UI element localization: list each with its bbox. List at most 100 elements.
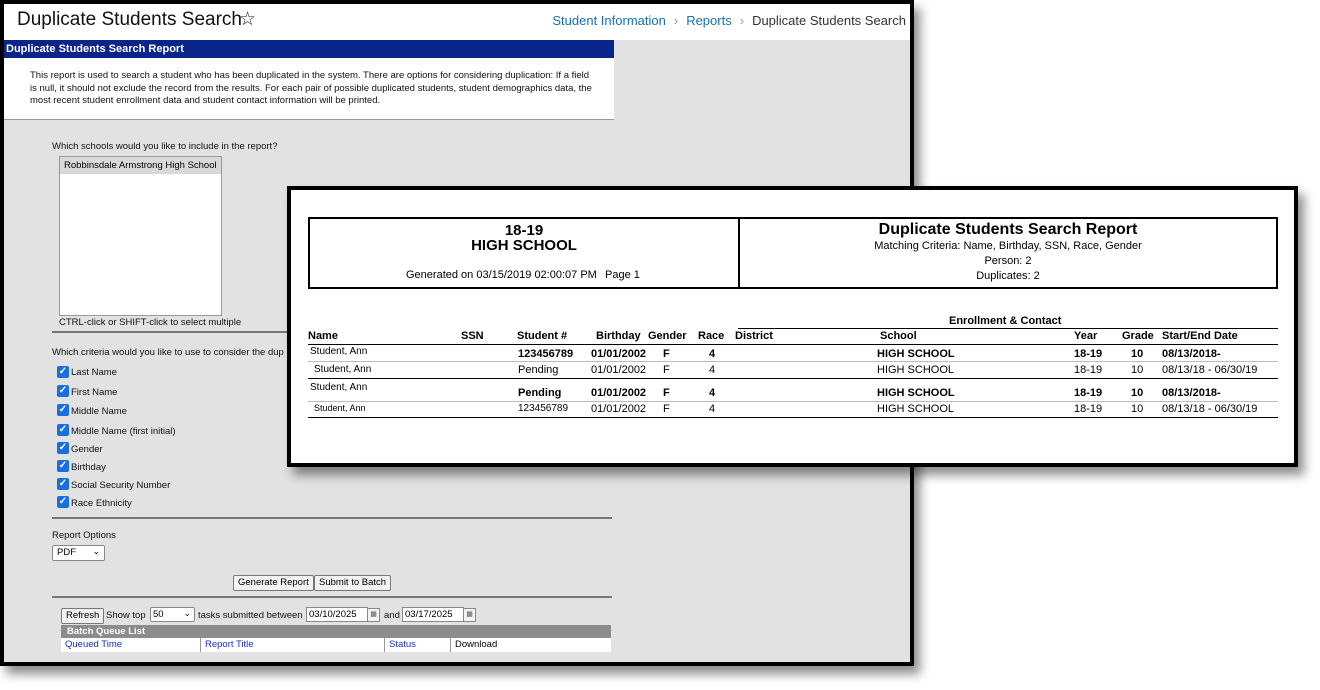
school-option[interactable]: Robbinsdale Armstrong High School [60,157,221,174]
calendar-icon[interactable]: ▦ [367,608,380,622]
divider [308,401,1278,402]
calendar-icon[interactable]: ▦ [463,608,476,622]
cell-race: 4 [709,364,716,376]
batch-queue-header: Batch Queue List [61,625,611,638]
divider [738,328,1278,329]
chevron-down-icon: ⌄ [92,546,100,556]
checkbox-gender[interactable]: ✓ [57,442,69,454]
school-list[interactable]: Robbinsdale Armstrong High School [59,156,222,316]
chevron-right-icon: › [673,13,679,28]
checkbox-race-ethnicity[interactable]: ✓ [57,496,69,508]
format-select[interactable]: PDF ⌄ [52,545,105,561]
criteria-label: Race Ethnicity [71,498,132,509]
batch-queue-columns: Queued Time Report Title Status Download [61,638,611,652]
cell-grade: 10 [1131,403,1144,415]
criteria-label: Social Security Number [71,480,171,491]
col-grade: Grade [1122,330,1154,342]
multi-select-hint: CTRL-click or SHIFT-click to select mult… [59,317,242,328]
cell-name: Student, Ann [310,346,368,357]
cell-birthday: 01/01/2002 [591,348,647,360]
cell-gender: F [663,364,670,376]
cell-grade: 10 [1131,348,1144,360]
report-school: HIGH SCHOOL [471,237,577,254]
cell-birthday: 01/01/2002 [591,387,647,399]
report-preview: 18-19 HIGH SCHOOL Generated on 03/15/201… [287,186,1298,467]
col-ssn: SSN [461,330,484,342]
col-year: Year [1074,330,1098,342]
show-top-select[interactable]: 50 ⌄ [150,607,195,622]
breadcrumb-reports[interactable]: Reports [686,13,732,28]
col-queued-time[interactable]: Queued Time [61,638,201,652]
schools-question: Which schools would you like to include … [52,141,278,152]
divider [308,378,1278,379]
cell-year: 18-19 [1074,348,1103,360]
criteria-question: Which criteria would you like to use to … [52,347,284,358]
duplicates-count: Duplicates: 2 [976,270,1040,282]
tasks-between-label: tasks submitted between [198,610,303,621]
cell-dates: 08/13/2018- [1162,348,1221,360]
checkbox-middle-initial[interactable]: ✓ [57,424,69,436]
cell-school: HIGH SCHOOL [877,364,955,376]
person-count: Person: 2 [984,255,1032,267]
and-label: and [384,610,400,621]
divider [52,517,612,519]
cell-student-num: 123456789 [518,348,574,360]
cell-race: 4 [709,387,716,399]
checkbox-last-name[interactable]: ✓ [57,366,69,378]
enrollment-header: Enrollment & Contact [949,315,1062,327]
checkbox-middle-name[interactable]: ✓ [57,404,69,416]
report-title: Duplicate Students Search Report [878,221,1138,238]
star-icon[interactable]: ☆ [239,8,256,31]
chevron-down-icon: ⌄ [183,608,191,618]
criteria-label: Gender [71,444,103,455]
chevron-right-icon: › [739,13,745,28]
cell-school: HIGH SCHOOL [877,348,955,360]
cell-school: HIGH SCHOOL [877,403,955,415]
end-date-input[interactable]: 03/17/2025 [402,607,464,622]
col-gender: Gender [648,330,687,342]
divider [308,361,1278,362]
cell-student-num: Pending [518,387,562,399]
cell-name: Student, Ann [314,364,372,375]
submit-to-batch-button[interactable]: Submit to Batch [314,575,392,591]
cell-name: Student, Ann [310,382,368,393]
cell-grade: 10 [1131,387,1144,399]
format-value: PDF [57,547,76,558]
col-district: District [735,330,773,342]
col-dates: Start/End Date [1162,330,1238,342]
header-bar: Duplicate Students Search ☆ Student Info… [4,4,910,40]
breadcrumb-current: Duplicate Students Search [752,13,906,28]
cell-gender: F [663,403,670,415]
show-top-value: 50 [153,609,164,620]
cell-school: HIGH SCHOOL [877,387,955,399]
cell-year: 18-19 [1074,364,1103,376]
col-name: Name [308,330,338,342]
cell-dates: 08/13/18 - 06/30/19 [1162,403,1258,415]
col-race: Race [698,330,725,342]
checkbox-birthday[interactable]: ✓ [57,460,69,472]
matching-criteria: Matching Criteria: Name, Birthday, SSN, … [874,240,1142,252]
cell-birthday: 01/01/2002 [591,364,647,376]
start-date-input[interactable]: 03/10/2025 [306,607,368,622]
divider [308,417,1278,418]
col-school: School [880,330,917,342]
report-header-right: Duplicate Students Search Report Matchin… [738,217,1278,289]
col-download: Download [455,639,498,650]
refresh-button[interactable]: Refresh [61,608,105,624]
generated-date: Generated on 03/15/2019 02:00:07 PM [406,269,597,281]
cell-student-num: Pending [518,364,559,376]
cell-name: Student, Ann [314,403,366,413]
col-status[interactable]: Status [385,638,451,652]
cell-dates: 08/13/18 - 06/30/19 [1162,364,1258,376]
checkbox-ssn[interactable]: ✓ [57,478,69,490]
page-number: Page 1 [605,269,640,281]
col-student-num: Student # [517,330,568,342]
col-report-title[interactable]: Report Title [201,638,385,652]
page-title: Duplicate Students Search [17,9,242,30]
generate-report-button[interactable]: Generate Report [233,575,314,591]
checkbox-first-name[interactable]: ✓ [57,385,69,397]
breadcrumb-student-information[interactable]: Student Information [552,13,665,28]
report-header: Duplicate Students Search Report [4,40,614,58]
breadcrumb: Student Information › Reports › Duplicate St… [552,13,906,28]
divider [52,596,612,598]
